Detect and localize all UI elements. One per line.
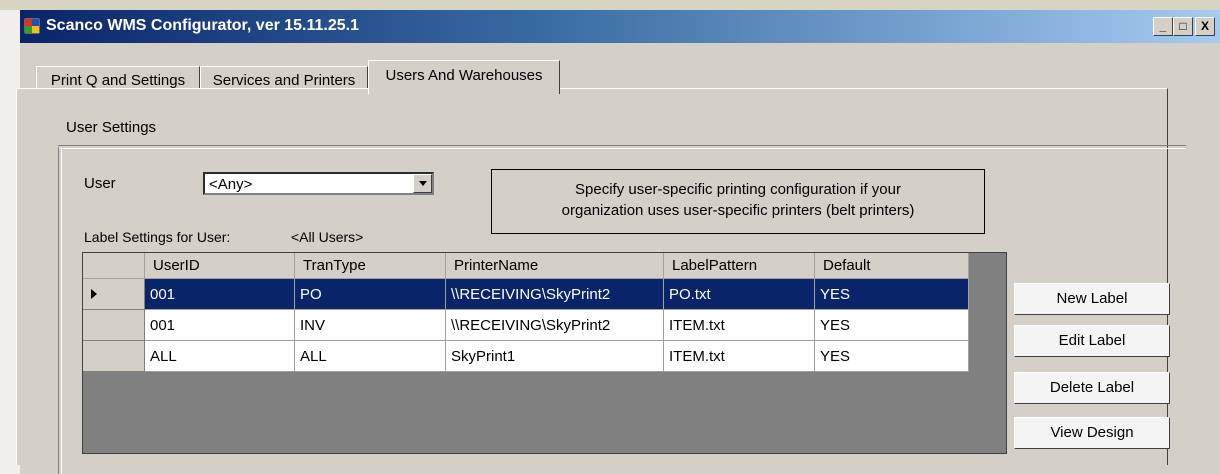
user-combobox-value: <Any>	[209, 176, 253, 193]
labels-grid[interactable]: UserID TranType PrinterName LabelPattern…	[82, 252, 1007, 454]
tab-users-warehouses[interactable]: Users And Warehouses	[368, 60, 560, 94]
view-design-button[interactable]: View Design	[1014, 417, 1170, 449]
cell-printername[interactable]: \\RECEIVING\SkyPrint2	[446, 310, 664, 341]
column-header-userid[interactable]: UserID	[145, 253, 295, 279]
cell-default[interactable]: YES	[815, 279, 969, 310]
cell-trantype[interactable]: INV	[295, 310, 446, 341]
cell-printername[interactable]: SkyPrint1	[446, 341, 664, 372]
table-row[interactable]: ALL ALL SkyPrint1 ITEM.txt YES	[83, 341, 969, 372]
row-header[interactable]	[83, 310, 145, 341]
column-header-default[interactable]: Default	[815, 253, 969, 279]
grid-corner-header	[83, 253, 145, 279]
minimize-button[interactable]: _	[1153, 17, 1173, 36]
cell-userid[interactable]: 001	[145, 279, 295, 310]
cell-default[interactable]: YES	[815, 341, 969, 372]
desktop-background	[0, 0, 1220, 10]
cell-labelpattern[interactable]: PO.txt	[664, 279, 815, 310]
table-row[interactable]: 001 INV \\RECEIVING\SkyPrint2 ITEM.txt Y…	[83, 310, 969, 341]
cell-userid[interactable]: ALL	[145, 341, 295, 372]
cell-userid[interactable]: 001	[145, 310, 295, 341]
table-row[interactable]: 001 PO \\RECEIVING\SkyPrint2 PO.txt YES	[83, 279, 969, 310]
label-settings-label: Label Settings for User:	[84, 229, 231, 245]
cell-printername[interactable]: \\RECEIVING\SkyPrint2	[446, 279, 664, 310]
column-header-trantype[interactable]: TranType	[295, 253, 446, 279]
info-text-line2: organization uses user-specific printers…	[561, 202, 915, 219]
cell-labelpattern[interactable]: ITEM.txt	[664, 341, 815, 372]
info-box: Specify user-specific printing configura…	[491, 169, 985, 234]
info-text-line1: Specify user-specific printing configura…	[575, 181, 901, 198]
current-row-icon	[91, 289, 97, 299]
cell-default[interactable]: YES	[815, 310, 969, 341]
cell-trantype[interactable]: ALL	[295, 341, 446, 372]
row-header[interactable]	[83, 279, 145, 310]
app-icon	[24, 18, 40, 34]
edit-label-button[interactable]: Edit Label	[1014, 325, 1170, 357]
row-header[interactable]	[83, 341, 145, 372]
delete-label-button[interactable]: Delete Label	[1014, 372, 1170, 404]
cell-labelpattern[interactable]: ITEM.txt	[664, 310, 815, 341]
label-settings-value: <All Users>	[291, 229, 364, 245]
chevron-down-icon	[419, 181, 427, 186]
user-label: User	[84, 175, 116, 192]
dropdown-button[interactable]	[413, 174, 432, 193]
column-header-labelpattern[interactable]: LabelPattern	[664, 253, 815, 279]
maximize-button[interactable]: □	[1173, 17, 1193, 36]
new-label-button[interactable]: New Label	[1014, 283, 1170, 315]
close-button[interactable]: X	[1195, 17, 1215, 36]
group-left-border	[58, 147, 62, 474]
group-divider	[58, 145, 1186, 149]
window-title: Scanco WMS Configurator, ver 15.11.25.1	[46, 17, 359, 34]
cell-trantype[interactable]: PO	[295, 279, 446, 310]
group-title-user-settings: User Settings	[66, 119, 157, 136]
column-header-printername[interactable]: PrinterName	[446, 253, 664, 279]
title-bar[interactable]: Scanco WMS Configurator, ver 15.11.25.1 …	[20, 10, 1220, 43]
user-combobox[interactable]: <Any>	[203, 172, 434, 195]
